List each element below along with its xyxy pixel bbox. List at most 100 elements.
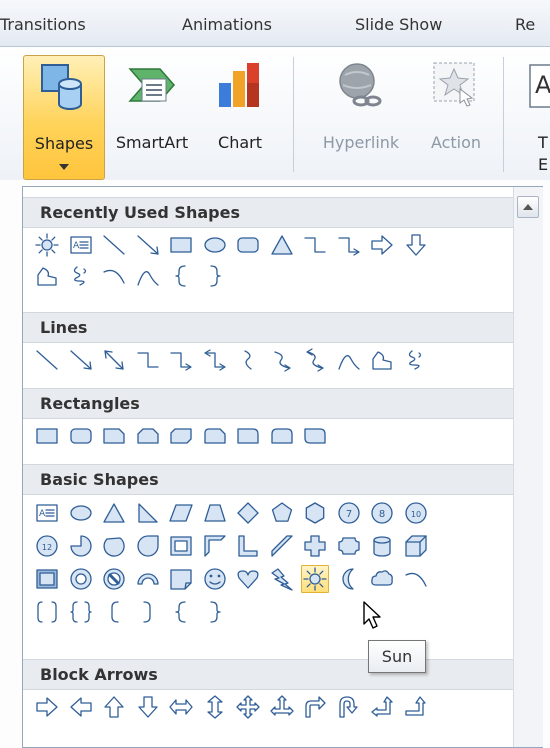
shape-bent-up-arrow[interactable] — [402, 693, 430, 721]
shape-triangle[interactable] — [100, 499, 128, 527]
shape-lightning[interactable] — [268, 565, 296, 593]
shape-textbox[interactable]: A — [67, 231, 95, 259]
shape-roundrect[interactable] — [234, 231, 262, 259]
shape-arc[interactable] — [402, 565, 430, 593]
shape-donut[interactable] — [67, 565, 95, 593]
chart-button[interactable]: Chart — [205, 55, 275, 175]
shape-curve[interactable] — [335, 346, 363, 374]
shape-snip1[interactable] — [100, 422, 128, 450]
shape-bent-arrow[interactable] — [301, 693, 329, 721]
shape-left-bracket[interactable] — [100, 598, 128, 626]
shape-diagonal-stripe[interactable] — [268, 532, 296, 560]
shape-left-brace[interactable] — [167, 598, 195, 626]
shape-down-arrow[interactable] — [134, 693, 162, 721]
shape-half-frame[interactable] — [201, 532, 229, 560]
shape-no-symbol[interactable] — [100, 565, 128, 593]
shape-double-arrow-line[interactable] — [100, 346, 128, 374]
shape-l-shape[interactable] — [234, 532, 262, 560]
shape-elbow[interactable] — [301, 231, 329, 259]
shape-diamond[interactable] — [234, 499, 262, 527]
shape-left-right-arrow[interactable] — [167, 693, 195, 721]
shape-hexagon[interactable] — [301, 499, 329, 527]
shape-freeform[interactable] — [33, 262, 61, 290]
shape-cross[interactable] — [301, 532, 329, 560]
shape-cube[interactable] — [402, 532, 430, 560]
shape-trapezoid[interactable] — [201, 499, 229, 527]
shape-oval[interactable] — [201, 231, 229, 259]
shape-quad-arrow[interactable] — [234, 693, 262, 721]
shape-right-brace[interactable] — [201, 598, 229, 626]
shape-left-up-arrow[interactable] — [368, 693, 396, 721]
shape-moon[interactable] — [335, 565, 363, 593]
gallery-scrollbar[interactable] — [513, 187, 543, 747]
shape-right-brace[interactable] — [201, 262, 229, 290]
shape-u-turn-arrow[interactable] — [335, 693, 363, 721]
shape-pie[interactable] — [67, 532, 95, 560]
scroll-up-button[interactable] — [517, 196, 539, 218]
shape-line[interactable] — [33, 346, 61, 374]
shape-smiley[interactable] — [201, 565, 229, 593]
shape-round2[interactable] — [268, 422, 296, 450]
shape-arc[interactable] — [100, 262, 128, 290]
shape-left-arrow[interactable] — [67, 693, 95, 721]
shape-freeform[interactable] — [368, 346, 396, 374]
shape-curved-arrow-connector[interactable] — [268, 346, 296, 374]
shape-right-bracket[interactable] — [134, 598, 162, 626]
shape-oval[interactable] — [67, 499, 95, 527]
shape-snip2[interactable] — [134, 422, 162, 450]
shape-curved-connector[interactable] — [234, 346, 262, 374]
shape-right-arrow[interactable] — [33, 693, 61, 721]
shape-left-brace[interactable] — [167, 262, 195, 290]
smartart-button[interactable]: SmartArt — [106, 55, 198, 175]
shape-chord[interactable] — [100, 532, 128, 560]
shape-curved-double-arrow[interactable] — [301, 346, 329, 374]
shape-n7[interactable]: 7 — [335, 499, 363, 527]
shape-elbow-double-arrow[interactable] — [201, 346, 229, 374]
shapes-button[interactable]: Shapes — [23, 55, 105, 180]
shape-bevel[interactable] — [33, 565, 61, 593]
shape-folded-corner[interactable] — [167, 565, 195, 593]
action-button[interactable]: Action — [420, 55, 492, 175]
shape-n12[interactable]: 12 — [33, 532, 61, 560]
shape-down-arrow[interactable] — [402, 231, 430, 259]
shape-snip-round[interactable] — [201, 422, 229, 450]
shape-double-brace[interactable] — [67, 598, 95, 626]
shape-roundrect[interactable] — [67, 422, 95, 450]
shape-pentagon[interactable] — [268, 499, 296, 527]
shape-elbow[interactable] — [134, 346, 162, 374]
shape-line[interactable] — [100, 231, 128, 259]
tab-slide-show[interactable]: Slide Show — [355, 15, 442, 34]
shape-heart[interactable] — [234, 565, 262, 593]
shape-up-down-arrow[interactable] — [201, 693, 229, 721]
shape-teardrop[interactable] — [134, 532, 162, 560]
shape-textbox[interactable]: A — [33, 499, 61, 527]
shape-curve[interactable] — [134, 262, 162, 290]
shape-parallelogram[interactable] — [167, 499, 195, 527]
shape-elbow-arrow[interactable] — [335, 231, 363, 259]
shape-right-triangle[interactable] — [134, 499, 162, 527]
shape-double-bracket[interactable] — [33, 598, 61, 626]
shape-rect[interactable] — [33, 422, 61, 450]
shape-round-diag[interactable] — [301, 422, 329, 450]
shape-scribble[interactable] — [67, 262, 95, 290]
shape-sun[interactable] — [301, 565, 329, 593]
shape-can[interactable] — [368, 532, 396, 560]
shape-frame[interactable] — [167, 532, 195, 560]
shape-n8[interactable]: 8 — [368, 499, 396, 527]
shape-left-right-up-arrow[interactable] — [268, 693, 296, 721]
shape-scribble[interactable] — [402, 346, 430, 374]
shape-arrow-line[interactable] — [134, 231, 162, 259]
shape-right-arrow[interactable] — [368, 231, 396, 259]
shape-up-arrow[interactable] — [100, 693, 128, 721]
textbox-button[interactable]: A T E — [516, 55, 550, 180]
shape-cloud[interactable] — [368, 565, 396, 593]
shape-n10[interactable]: 10 — [402, 499, 430, 527]
shape-plaque[interactable] — [335, 532, 363, 560]
tab-transitions[interactable]: Transitions — [0, 15, 86, 34]
shape-round1[interactable] — [234, 422, 262, 450]
tab-review[interactable]: Re — [515, 15, 535, 34]
shape-arrow-line[interactable] — [67, 346, 95, 374]
hyperlink-button[interactable]: Hyperlink — [307, 55, 415, 175]
shape-snip-diag[interactable] — [167, 422, 195, 450]
tab-animations[interactable]: Animations — [182, 15, 272, 34]
